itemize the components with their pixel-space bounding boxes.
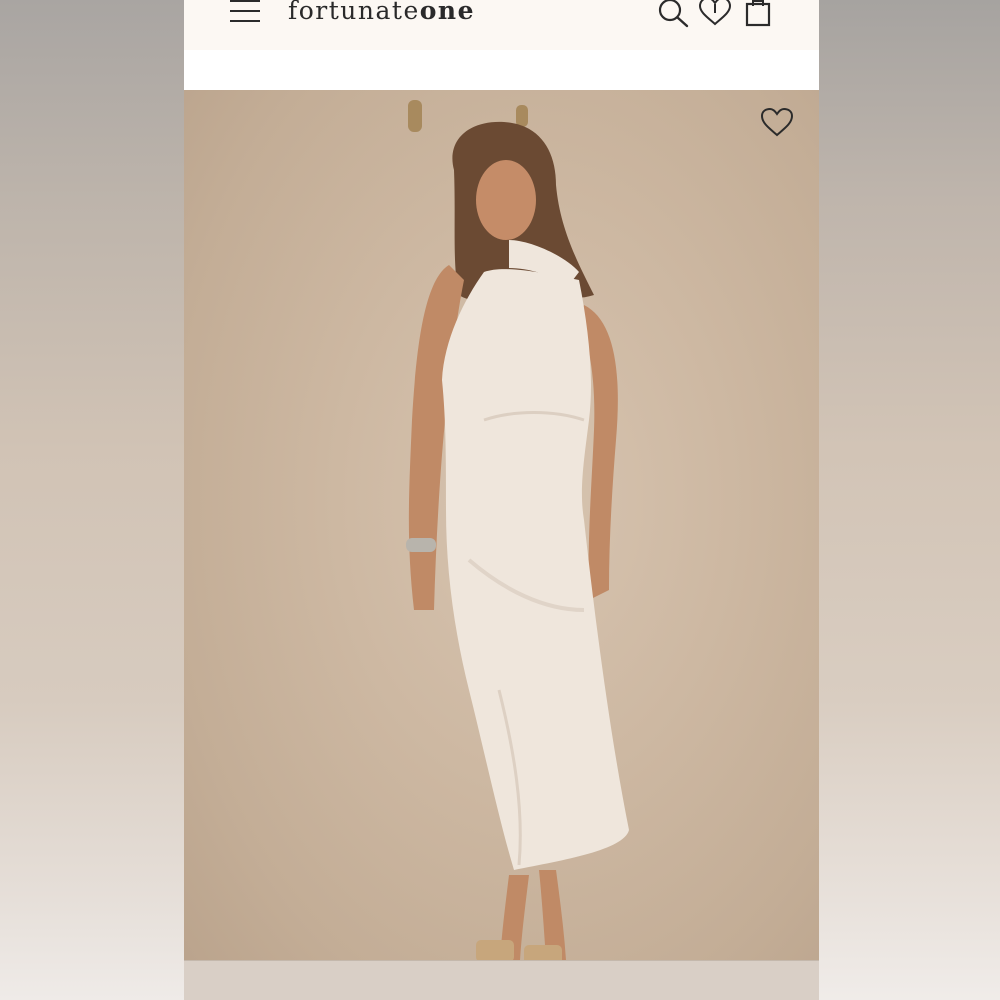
- brand-logo[interactable]: fortunateone: [288, 0, 475, 26]
- wall-hook-left: [408, 100, 422, 132]
- heart-icon[interactable]: [698, 0, 732, 28]
- site-header: fortunateone: [184, 0, 819, 50]
- blurred-background-left: [0, 0, 184, 1000]
- phone-screen: fortunateone: [184, 0, 819, 1000]
- logo-text-regular: fortunate: [288, 0, 420, 25]
- floor-tiles: [184, 960, 819, 1000]
- face: [476, 160, 536, 240]
- search-icon[interactable]: [656, 0, 690, 28]
- logo-text-bold: one: [419, 0, 476, 25]
- left-shoe: [476, 940, 514, 962]
- bag-icon[interactable]: [744, 0, 778, 28]
- wall-hook-right: [516, 105, 528, 127]
- menu-icon[interactable]: [230, 0, 260, 24]
- blurred-background-right: [819, 0, 1000, 1000]
- wishlist-heart-icon[interactable]: [760, 108, 794, 138]
- model-photo: [406, 100, 629, 967]
- header-spacer: [184, 50, 819, 90]
- bracelet: [406, 538, 436, 552]
- product-image[interactable]: [184, 90, 819, 1000]
